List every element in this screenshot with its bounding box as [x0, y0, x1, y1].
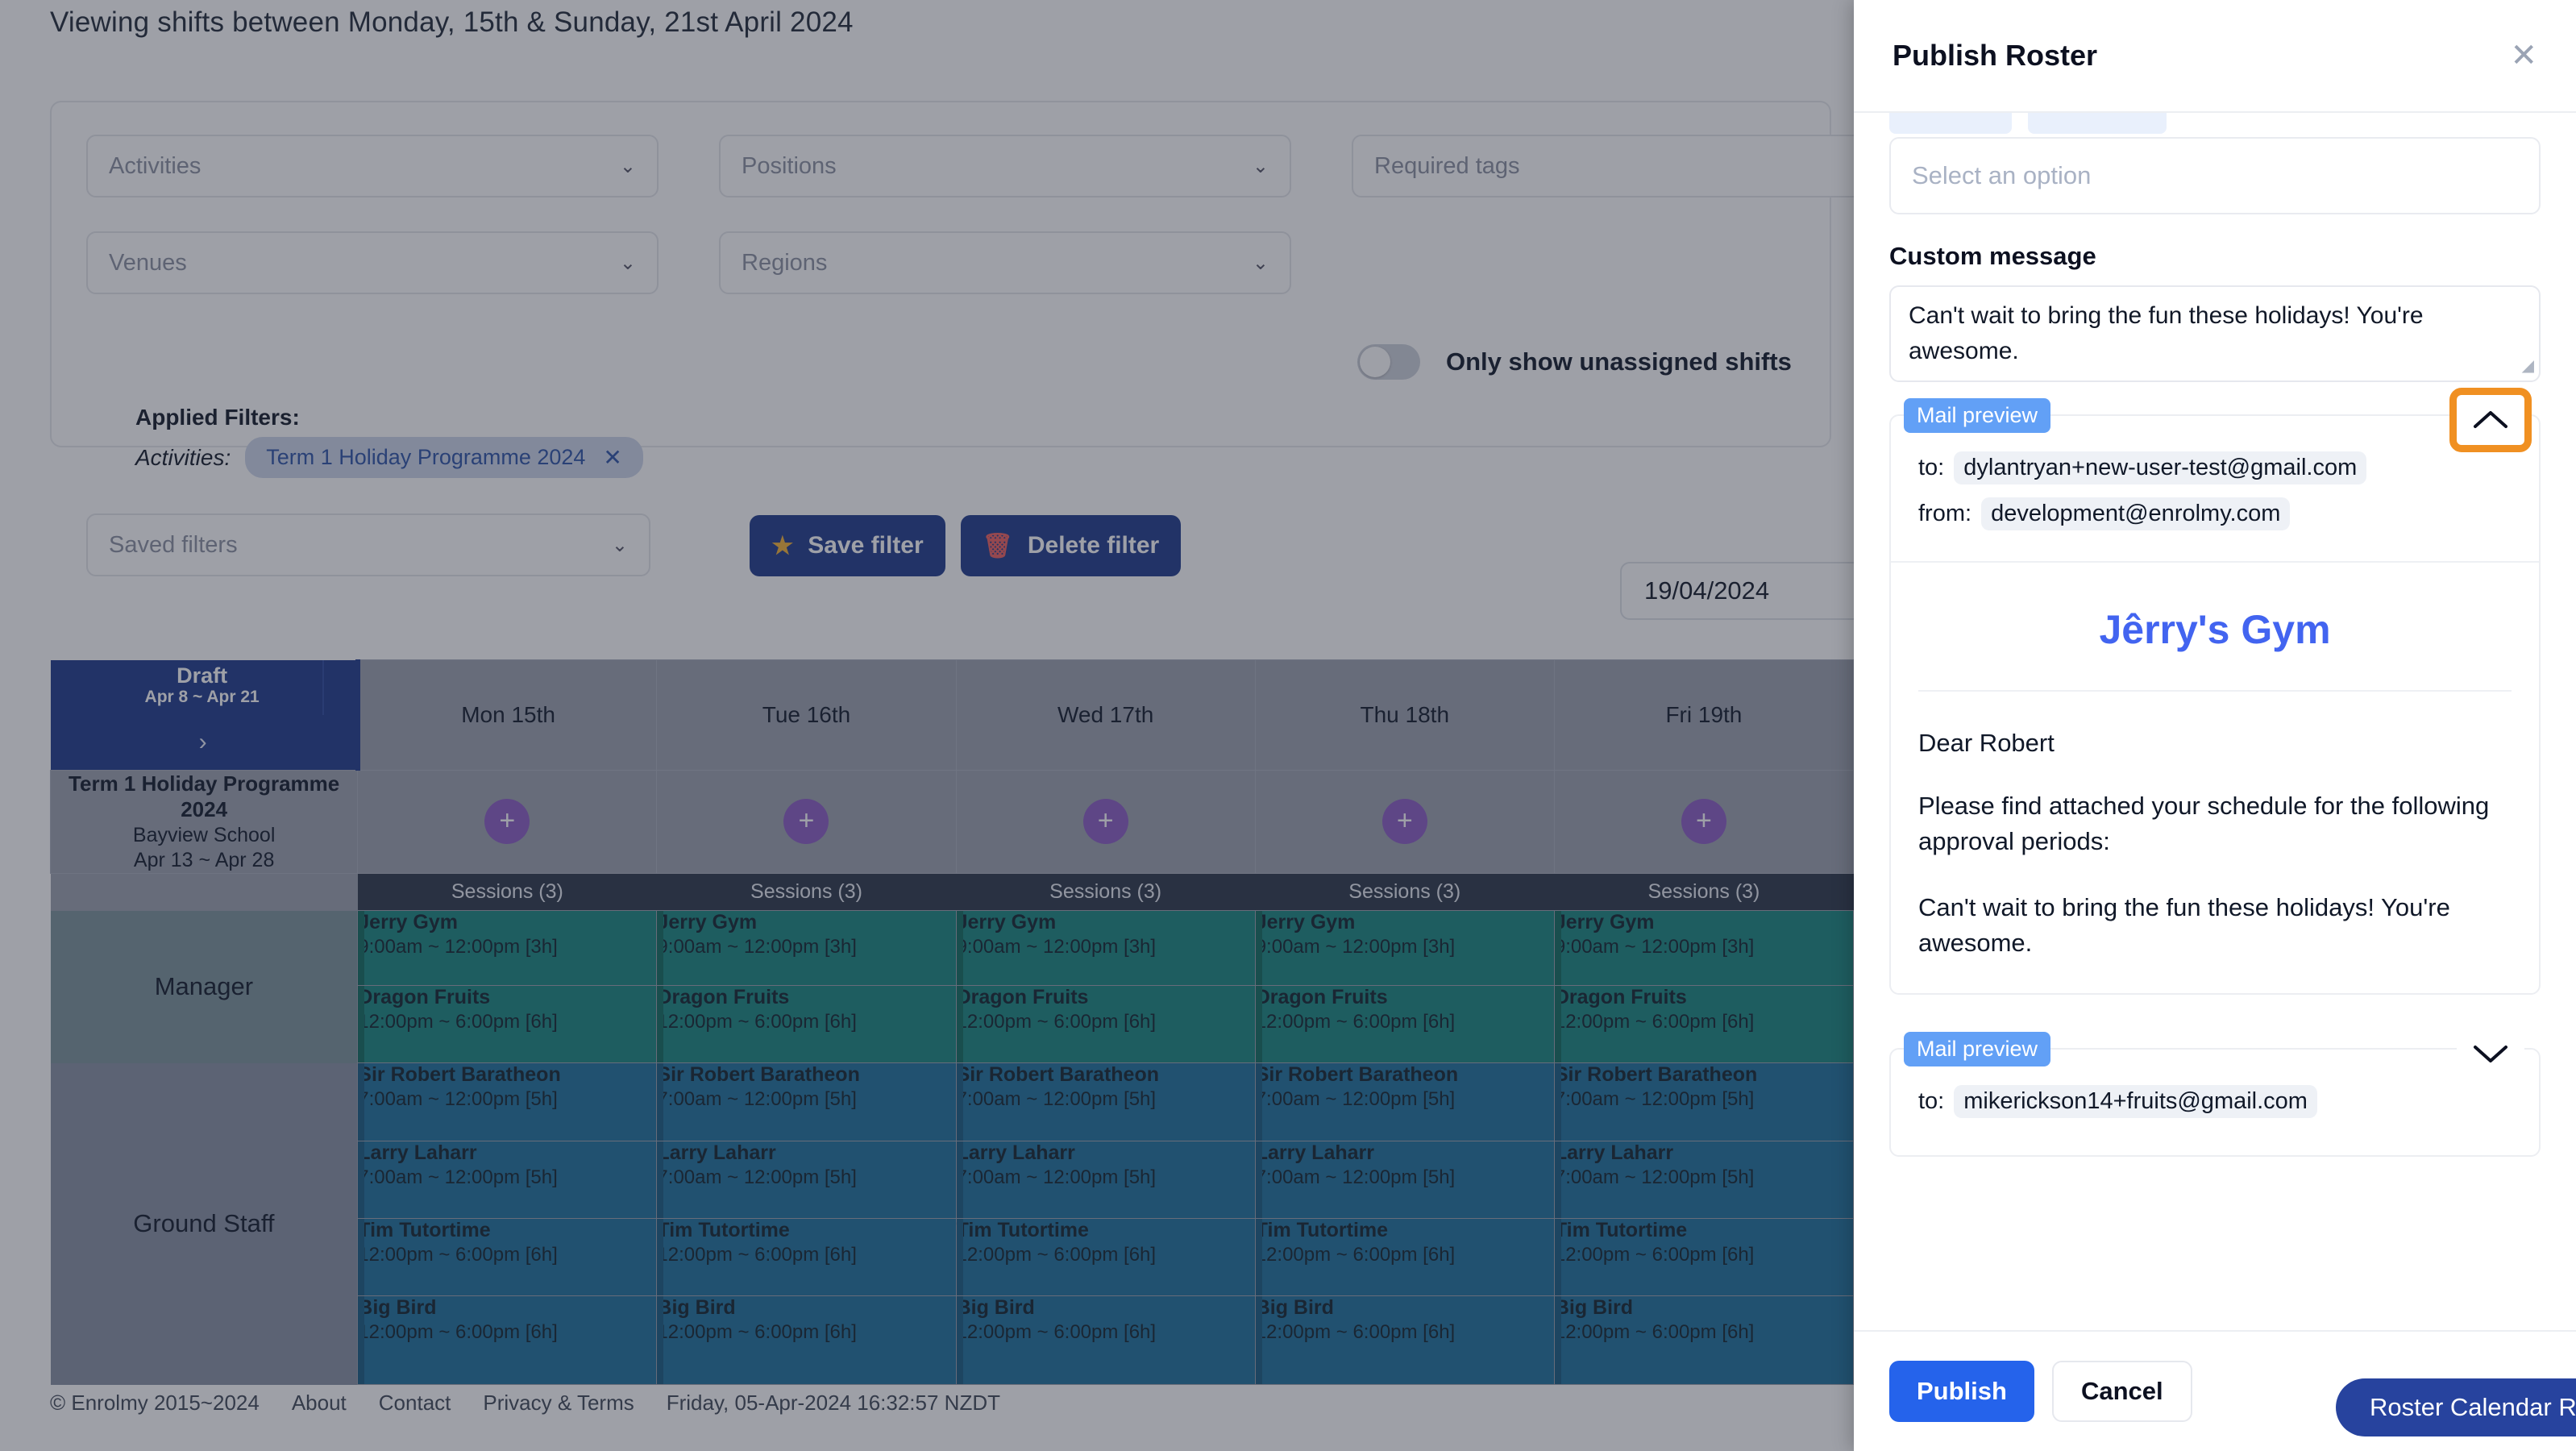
mail-to-line: to: mikerickson14+fruits@gmail.com — [1918, 1085, 2512, 1119]
recipient-select-placeholder: Select an option — [1912, 161, 2092, 189]
resize-handle-icon[interactable]: ◢ — [2522, 355, 2534, 378]
mail-preview-card-2: Mail preview to: mikerickson14+fruits@gm… — [1889, 1029, 2541, 1158]
modal-backdrop[interactable] — [0, 0, 1854, 1451]
panel-header: Publish Roster ✕ — [1854, 0, 2576, 113]
brand-heading: Jêrry's Gym — [2099, 607, 2331, 652]
selected-recipient-pills — [1889, 113, 2167, 134]
mail-from-value: development@enrolmy.com — [1981, 497, 2291, 530]
mail-to-key: to: — [1918, 1088, 1945, 1115]
mail-paragraph-1: Please find attached your schedule for t… — [1918, 792, 2490, 856]
recipient-pill[interactable] — [2028, 113, 2167, 134]
panel-title: Publish Roster — [1893, 39, 2098, 72]
divider — [1918, 690, 2512, 692]
custom-message-textarea[interactable]: Can't wait to bring the fun these holida… — [1889, 285, 2541, 382]
custom-message-label: Custom message — [1889, 242, 2096, 270]
mail-to-line: to: dylantryan+new-user-test@gmail.com — [1918, 451, 2512, 484]
mail-from-line: from: development@enrolmy.com — [1918, 497, 2512, 530]
mail-preview-expand-button[interactable] — [2457, 1029, 2524, 1079]
mail-to-value: dylantryan+new-user-test@gmail.com — [1954, 451, 2367, 484]
mail-preview-collapse-button[interactable] — [2449, 388, 2532, 452]
mail-body-1: Jêrry's Gym Dear Robert Please find atta… — [1891, 563, 2539, 993]
screen-root: Viewing shifts between Monday, 15th & Su… — [0, 0, 2576, 1451]
mail-preview-card-1: Mail preview to: dylantryan+new-user-tes… — [1889, 388, 2541, 996]
mail-preview-tag: Mail preview — [1904, 398, 2051, 433]
mail-paragraph-2: Can't wait to bring the fun these holida… — [1918, 893, 2450, 958]
chevron-down-icon — [2474, 1046, 2507, 1063]
mail-headers-1: to: dylantryan+new-user-test@gmail.com f… — [1891, 416, 2539, 561]
mail-greeting: Dear Robert — [1918, 729, 2055, 757]
recipient-pill[interactable] — [1889, 113, 2012, 134]
cancel-button[interactable]: Cancel — [2051, 1361, 2192, 1422]
mail-to-key: to: — [1918, 455, 1945, 480]
mail-from-key: from: — [1918, 501, 1972, 526]
mail-preview-tag: Mail preview — [1904, 1032, 2051, 1067]
custom-message-value: Can't wait to bring the fun these holida… — [1909, 302, 2424, 364]
roster-calendar-resources-button[interactable]: Roster Calendar Resources — [2336, 1378, 2576, 1436]
recipient-select[interactable]: Select an option — [1889, 137, 2541, 214]
panel-footer: Publish Cancel Roster Calendar Resources — [1854, 1330, 2576, 1451]
publish-button[interactable]: Publish — [1889, 1361, 2034, 1422]
mail-to-value: mikerickson14+fruits@gmail.com — [1954, 1085, 2317, 1119]
panel-body: Select an option Custom message Can't wa… — [1854, 113, 2576, 1330]
publish-roster-panel: Publish Roster ✕ Select an option Custom… — [1854, 0, 2576, 1451]
close-icon[interactable]: ✕ — [2510, 39, 2537, 72]
chevron-up-icon — [2474, 411, 2507, 428]
